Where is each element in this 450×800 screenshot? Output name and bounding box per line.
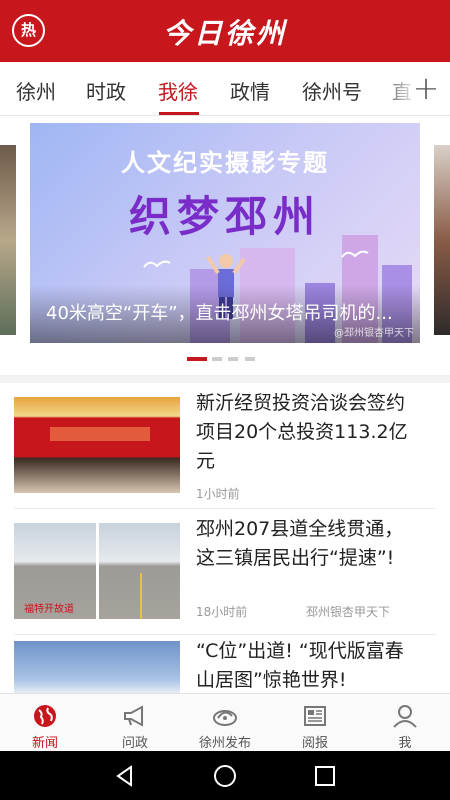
tab-xuzhou[interactable]: 徐州	[16, 76, 56, 105]
news-thumbnail	[14, 641, 180, 693]
app-header: 热 今日徐州	[0, 0, 450, 62]
news-thumbnail: 福特开故道	[14, 523, 180, 619]
pagination-dot[interactable]	[245, 357, 255, 361]
featured-carousel[interactable]: 人文纪实摄影专题 织梦邳州 40米高空“开车”，直击邳州女塔吊司机的... @邳…	[0, 117, 450, 375]
news-time: 1小时前	[196, 487, 240, 501]
tab-shizheng[interactable]: 时政	[86, 76, 126, 105]
section-separator	[0, 375, 450, 383]
nav-news[interactable]: 新闻	[0, 700, 90, 751]
slide-caption[interactable]: 40米高空“开车”，直击邳州女塔吊司机的...	[46, 299, 416, 325]
pagination-dot[interactable]	[228, 357, 238, 361]
nav-label: 新闻	[31, 736, 58, 751]
recents-icon[interactable]	[312, 763, 338, 789]
news-list-item[interactable]: 新沂经贸投资洽谈会签约项目20个总投资113.2亿元 1小时前	[0, 383, 450, 509]
slide-subtitle: 人文纪实摄影专题	[121, 149, 329, 177]
news-title: “C位”出道! “现代版富春山居图”惊艳世界!	[196, 640, 404, 691]
slide-source: @邳州银杏甲天下	[334, 328, 414, 339]
user-icon	[393, 705, 417, 728]
active-tab-indicator	[159, 112, 199, 115]
road-lane-mark	[140, 573, 142, 619]
nav-xuzhou-fabu[interactable]: 徐州发布	[180, 700, 270, 751]
publish-logo-icon	[213, 710, 237, 726]
tab-woxu[interactable]: 我徐	[158, 76, 198, 105]
thumbnail-stamp: 福特开故道	[24, 604, 74, 615]
tab-xuzhouhao[interactable]: 徐州号	[302, 76, 362, 105]
next-slide-peek[interactable]	[434, 145, 450, 335]
channel-tabs: 徐州 时政 我徐 政情 徐州号 直 +	[0, 62, 450, 116]
news-title: 邳州207县道全线贯通，这三镇居民出行“提速”!	[196, 518, 404, 569]
newspaper-icon	[304, 706, 326, 726]
home-icon[interactable]	[212, 763, 238, 789]
nav-yuebao[interactable]: 阅报	[270, 700, 360, 751]
bird-icon	[143, 260, 171, 268]
nav-wenzheng[interactable]: 问政	[90, 700, 180, 751]
app-title: 今日徐州	[162, 17, 287, 50]
globe-icon	[34, 705, 56, 727]
bottom-navigation: 新闻 问政 徐州发布 阅报 我	[0, 693, 450, 751]
thumbnail-banner	[50, 427, 150, 441]
news-time: 18小时前	[196, 605, 248, 619]
news-list-item[interactable]: “C位”出道! “现代版富春山居图”惊艳世界!	[0, 635, 450, 693]
nav-label: 我	[398, 736, 412, 751]
previous-slide-peek[interactable]	[0, 145, 16, 335]
back-icon[interactable]	[112, 763, 138, 789]
bird-icon	[341, 250, 369, 258]
nav-label: 问政	[121, 736, 148, 751]
pagination-dot-active[interactable]	[187, 357, 207, 361]
news-title: 新沂经贸投资洽谈会签约项目20个总投资113.2亿元	[196, 392, 408, 472]
carousel-slide[interactable]: 人文纪实摄影专题 织梦邳州 40米高空“开车”，直击邳州女塔吊司机的... @邳…	[30, 123, 420, 343]
pagination-dot[interactable]	[212, 357, 222, 361]
add-channel-button[interactable]: +	[408, 68, 444, 108]
system-navigation-bar	[0, 751, 450, 800]
nav-label: 阅报	[301, 736, 328, 751]
megaphone-icon	[124, 705, 143, 727]
nav-me[interactable]: 我	[360, 700, 450, 751]
tab-zhengqing[interactable]: 政情	[230, 76, 270, 105]
news-thumbnail	[14, 397, 180, 493]
news-list-item[interactable]: 福特开故道 邳州207县道全线贯通，这三镇居民出行“提速”! 18小时前 邳州银…	[0, 509, 450, 635]
news-source: 邳州银杏甲天下	[306, 605, 391, 619]
thumbnail-split	[96, 523, 99, 619]
nav-label: 徐州发布	[198, 736, 251, 751]
